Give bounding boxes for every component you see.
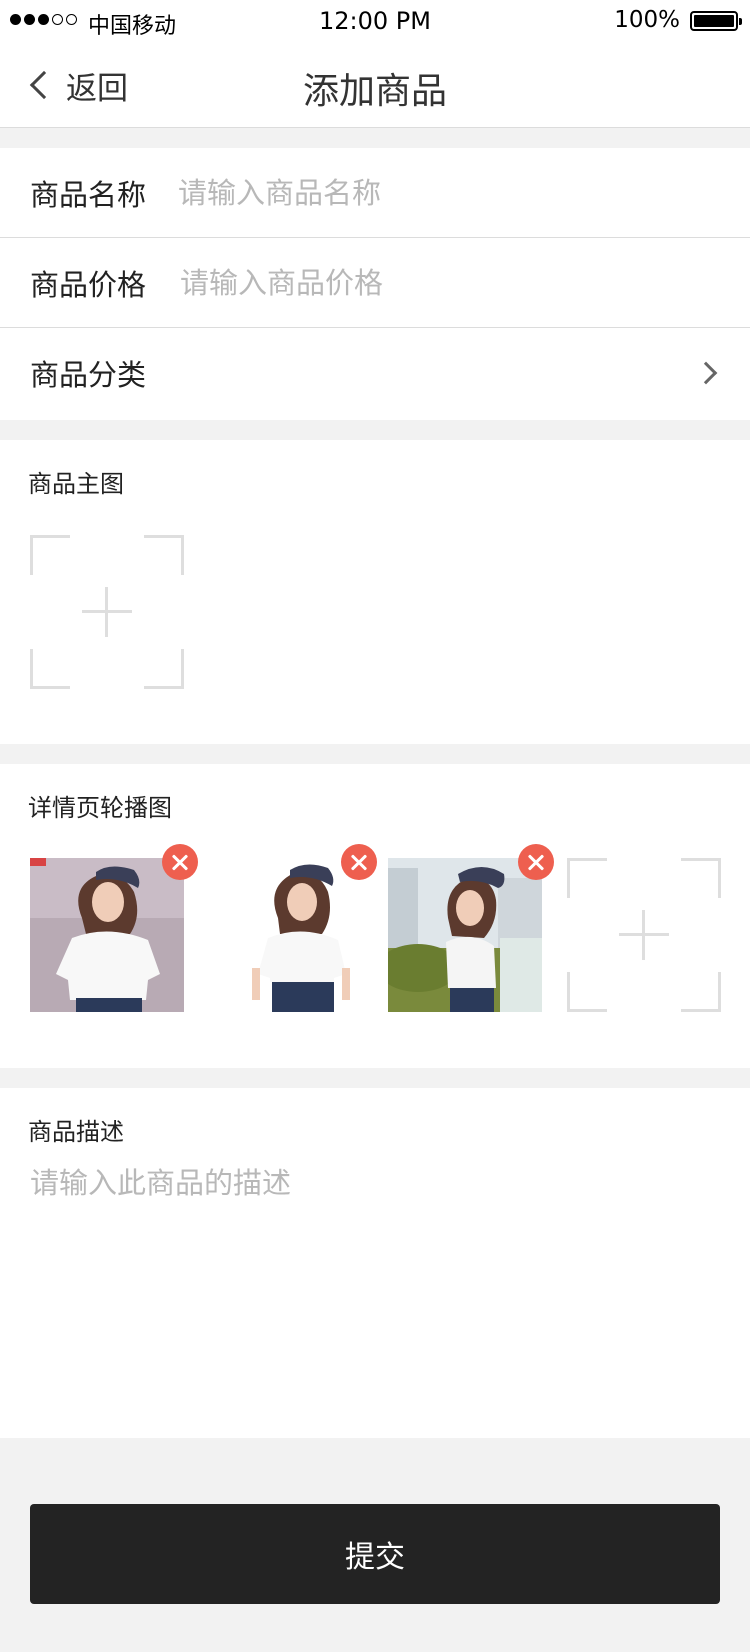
description-input[interactable] xyxy=(30,1160,720,1410)
page-title: 添加商品 xyxy=(302,71,447,112)
remove-image-2-button[interactable] xyxy=(341,844,377,880)
carousel-image-3[interactable] xyxy=(388,858,542,1012)
status-bar: 中国移动 12:00 PM 100% xyxy=(0,0,750,42)
product-price-input[interactable] xyxy=(180,266,680,300)
product-name-input[interactable] xyxy=(178,176,678,210)
basic-info-form: 商品名称 商品价格 商品分类 xyxy=(0,148,750,420)
carousel-image-1[interactable] xyxy=(30,858,184,1012)
product-category-row[interactable]: 商品分类 xyxy=(0,328,750,418)
main-image-upload-button[interactable] xyxy=(30,535,184,689)
carousel-title: 详情页轮播图 xyxy=(28,794,172,822)
product-name-label: 商品名称 xyxy=(30,178,147,212)
chevron-right-icon xyxy=(694,361,718,385)
description-title: 商品描述 xyxy=(28,1118,124,1146)
navigation-bar: 返回 添加商品 xyxy=(0,42,750,128)
main-image-title: 商品主图 xyxy=(28,470,124,498)
product-price-label: 商品价格 xyxy=(30,268,147,302)
remove-image-3-button[interactable] xyxy=(518,844,554,880)
carousel-image-2[interactable] xyxy=(222,858,376,1012)
product-photo-2 xyxy=(222,858,376,1012)
product-photo-1 xyxy=(30,858,184,1012)
remove-image-1-button[interactable] xyxy=(162,844,198,880)
battery-icon xyxy=(690,11,742,31)
product-photo-3 xyxy=(388,858,542,1012)
product-category-label: 商品分类 xyxy=(30,358,147,392)
product-name-row[interactable]: 商品名称 xyxy=(0,148,750,238)
add-carousel-image-button[interactable] xyxy=(567,858,721,1012)
main-image-section: 商品主图 xyxy=(0,440,750,744)
submit-button[interactable]: 提交 xyxy=(30,1504,720,1604)
battery-percentage: 100% xyxy=(614,7,680,33)
product-price-row[interactable]: 商品价格 xyxy=(0,238,750,328)
